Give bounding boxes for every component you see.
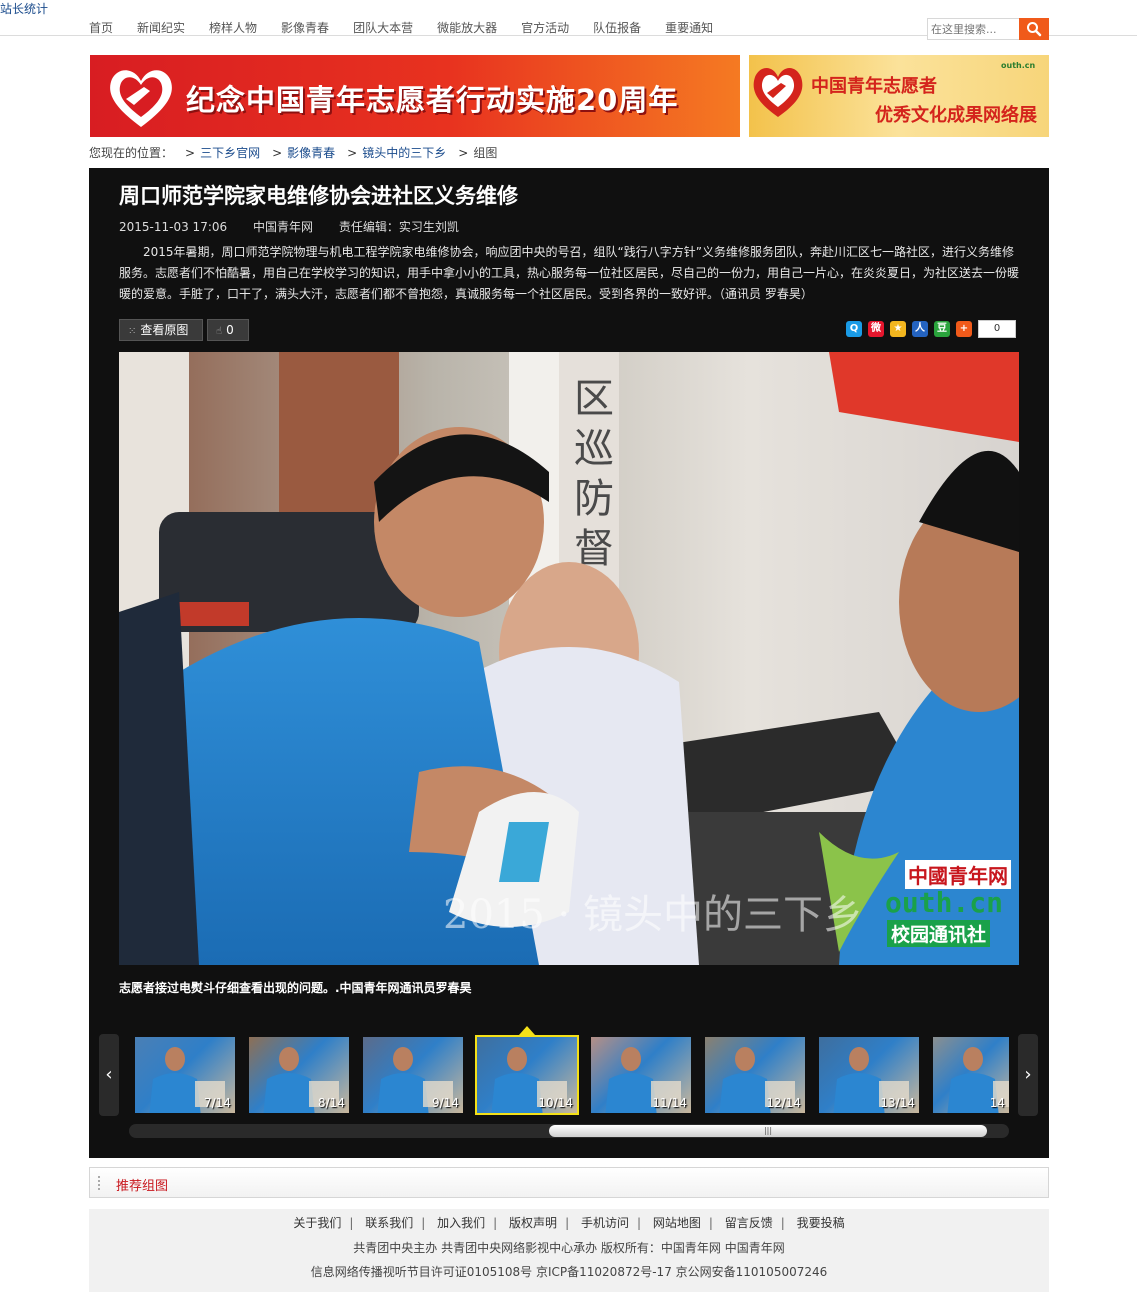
search-icon — [1027, 22, 1042, 37]
page-title: 周口师范学院家电维修协会进社区义务维修 — [119, 184, 518, 208]
youth-logo: outh.cn — [1001, 61, 1036, 70]
photo-gallery-panel: 周口师范学院家电维修协会进社区义务维修 2015-11-03 17:06 中国青… — [89, 168, 1049, 1158]
footer-link-copyright[interactable]: 版权声明 — [509, 1216, 557, 1230]
dotted-divider — [98, 1176, 102, 1190]
thumbnail-item[interactable]: 9/14 — [363, 1037, 463, 1113]
share-bar: Q 微 ★ 人 豆 + 0 — [846, 319, 1016, 339]
footer-link-about[interactable]: 关于我们 — [293, 1216, 341, 1230]
heart-hand-icon — [753, 68, 803, 117]
heart-hand-icon — [110, 70, 172, 127]
banner-side-line2: 优秀文化成果网络展 — [875, 105, 1037, 126]
thumbnail-index-label: 11/14 — [652, 1096, 687, 1110]
main-photo[interactable]: 区 巡 防 督 查 管 理 2015 · 镜头中的三下乡 — [119, 352, 1019, 965]
breadcrumb: 您现在的位置： > 三下乡官网 > 影像青春 > 镜头中的三下乡 > 组图 — [89, 146, 498, 160]
article-source: 中国青年网 — [252, 220, 313, 234]
nav-item-team-registration[interactable]: 队伍报备 — [593, 19, 641, 36]
nav-item-youth-images[interactable]: 影像青春 — [281, 19, 329, 36]
thumbnail-index-label: 9/14 — [432, 1096, 459, 1110]
thumbnail-scrollbar[interactable]: ||| — [129, 1124, 1009, 1138]
svg-text:巡: 巡 — [574, 426, 614, 472]
publish-date: 2015-11-03 17:06 — [119, 220, 228, 234]
footer-link-submit[interactable]: 我要投稿 — [797, 1216, 845, 1230]
footer-links: 关于我们 | 联系我们 | 加入我们 | 版权声明 | 手机访问 | 网站地图 | 留言反馈… — [293, 1216, 845, 1230]
share-qzone-icon[interactable]: Q — [846, 321, 862, 337]
thumbnail-item[interactable]: 11/14 — [591, 1037, 691, 1113]
footer-license: 信息网络传播视听节目许可证0105108号 京ICP备11020872号-17 … — [310, 1265, 828, 1279]
thumbnail-strip: ‹ › 7/14 8/14 9/14 10/14 11/14 12/14 13/14 14 — [99, 1026, 1039, 1118]
breadcrumb-link-home[interactable]: 三下乡官网 — [200, 146, 260, 160]
recommended-galleries-header: 推荐组图 — [89, 1167, 1049, 1198]
prev-arrow-icon[interactable]: ‹ — [99, 1034, 119, 1116]
top-nav-bar: 首页 新闻纪实 榜样人物 影像青春 团队大本营 微能放大器 官方活动 队伍报备 … — [0, 14, 1137, 40]
article-editor: 责任编辑：实习生刘凯 — [338, 220, 459, 234]
active-thumb-caret — [519, 1026, 535, 1035]
share-renren-icon[interactable]: 人 — [912, 321, 928, 337]
breadcrumb-link-lens[interactable]: 镜头中的三下乡 — [362, 146, 446, 160]
nav-item-team-base[interactable]: 团队大本营 — [353, 19, 413, 36]
like-count: 0 — [226, 323, 234, 337]
nav-item-news[interactable]: 新闻纪实 — [137, 19, 185, 36]
share-star-icon[interactable]: ★ — [890, 321, 906, 337]
thumbnail-item[interactable]: 10/14 — [475, 1035, 579, 1115]
thumbnail-index-label: 13/14 — [880, 1096, 915, 1110]
breadcrumb-prefix: 您现在的位置： — [89, 146, 174, 160]
share-count: 0 — [978, 320, 1016, 338]
photo-logo-campus: 校园通讯社 — [887, 920, 991, 947]
volunteer-culture-banner[interactable]: 中国青年志愿者 优秀文化成果网络展 outh.cn — [749, 55, 1049, 137]
photo-watermark: 2015 · 镜头中的三下乡 — [443, 892, 863, 938]
svg-text:防: 防 — [574, 476, 614, 522]
breadcrumb-current: 组图 — [473, 146, 498, 160]
grid-icon: ⁙ — [128, 326, 137, 337]
footer-sponsor: 共青团中央主办 共青团中央网络影视中心承办 版权所有：中国青年网 中国青年网 — [353, 1241, 785, 1255]
thumbnail-item[interactable]: 7/14 — [135, 1037, 235, 1113]
main-photo-image: 区 巡 防 督 查 管 理 — [119, 352, 1019, 965]
thumbnail-item[interactable]: 8/14 — [249, 1037, 349, 1113]
scrollbar-handle[interactable]: ||| — [549, 1125, 987, 1137]
search-button[interactable] — [1019, 18, 1049, 40]
recommended-title: 推荐组图 — [116, 1179, 169, 1194]
footer-link-feedback[interactable]: 留言反馈 — [725, 1216, 773, 1230]
thumbnail-item[interactable]: 14 — [933, 1037, 1009, 1113]
share-douban-icon[interactable]: 豆 — [934, 321, 950, 337]
search-input[interactable] — [928, 19, 1020, 39]
breadcrumb-link-youth-images[interactable]: 影像青春 — [287, 146, 335, 160]
photo-logo-url: outh.cn — [885, 886, 1004, 919]
svg-text:区: 区 — [574, 376, 614, 422]
thumbnail-index-label: 12/14 — [766, 1096, 801, 1110]
footer-link-contact[interactable]: 联系我们 — [365, 1216, 413, 1230]
banner-main-title: 纪念中国青年志愿者行动实施20周年 — [186, 83, 679, 117]
nav-item-home[interactable]: 首页 — [89, 19, 113, 36]
site-footer: 关于我们 | 联系我们 | 加入我们 | 版权声明 | 手机访问 | 网站地图 | 留言反馈… — [89, 1209, 1049, 1292]
nav-item-notices[interactable]: 重要通知 — [665, 19, 713, 36]
share-weibo-icon[interactable]: 微 — [868, 321, 884, 337]
thumbnail-index-label: 8/14 — [318, 1096, 345, 1110]
thumbnail-item[interactable]: 12/14 — [705, 1037, 805, 1113]
article-body: 2015年暑期，周口师范学院物理与机电工程学院家电维修协会，响应团中央的号召，组… — [119, 245, 1020, 301]
like-button[interactable]: ☝ 0 — [207, 319, 249, 341]
photo-logo-cyol: 中國青年网 — [905, 860, 1011, 889]
thumbnail-item[interactable]: 13/14 — [819, 1037, 919, 1113]
thumbs-up-icon: ☝ — [216, 326, 223, 337]
anniversary-banner[interactable]: 纪念中国青年志愿者行动实施20周年 — [90, 55, 740, 137]
nav-item-amplifier[interactable]: 微能放大器 — [437, 19, 497, 36]
banner-side-line1: 中国青年志愿者 — [811, 76, 937, 97]
search-box — [927, 18, 1049, 40]
footer-link-mobile[interactable]: 手机访问 — [581, 1216, 629, 1230]
photo-caption: 志愿者接过电熨斗仔细查看出现的问题。.中国青年网通讯员罗春昊 — [119, 981, 472, 995]
view-original-button[interactable]: ⁙ 查看原图 — [119, 319, 203, 341]
main-nav: 首页 新闻纪实 榜样人物 影像青春 团队大本营 微能放大器 官方活动 队伍报备 … — [89, 19, 737, 36]
next-arrow-icon[interactable]: › — [1018, 1034, 1038, 1116]
view-original-label: 查看原图 — [140, 323, 189, 337]
nav-item-role-models[interactable]: 榜样人物 — [209, 19, 257, 36]
thumbnail-index-label: 14 — [989, 1096, 1005, 1110]
footer-link-sitemap[interactable]: 网站地图 — [653, 1216, 701, 1230]
thumbnail-index-label: 10/14 — [538, 1096, 573, 1110]
nav-item-official-events[interactable]: 官方活动 — [521, 19, 569, 36]
thumbnail-index-label: 7/14 — [204, 1096, 231, 1110]
footer-link-join[interactable]: 加入我们 — [437, 1216, 485, 1230]
article-meta: 2015-11-03 17:06 中国青年网 责任编辑：实习生刘凯 — [119, 218, 481, 235]
share-more-icon[interactable]: + — [956, 321, 972, 337]
